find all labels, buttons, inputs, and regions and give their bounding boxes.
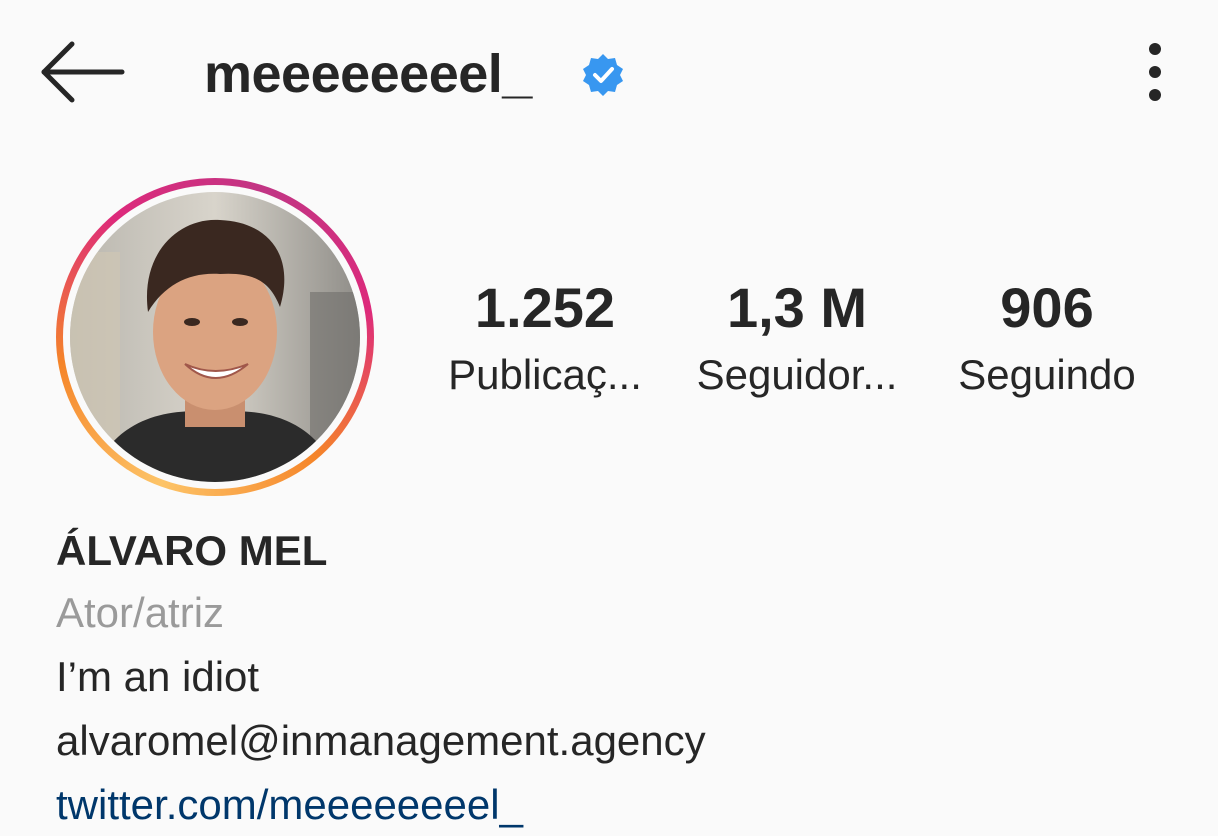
more-vertical-icon — [1149, 43, 1161, 101]
following-label: Seguindo — [958, 351, 1136, 398]
verified-badge-icon — [583, 54, 623, 96]
following-count: 906 — [1000, 276, 1094, 339]
more-options-button[interactable] — [1130, 40, 1180, 104]
profile-full-name: ÁLVARO MEL — [56, 527, 328, 574]
followers-count: 1,3 M — [726, 276, 868, 339]
bio-email: alvaromel@inmanagement.agency — [56, 717, 706, 764]
bio-website-link[interactable]: twitter.com/meeeeeeeel_ — [56, 780, 523, 830]
stat-posts[interactable]: 1.252 Publicaç... — [430, 276, 660, 400]
profile-header: meeeeeeeel_ — [0, 0, 1218, 150]
profile-category: Ator/atriz — [56, 589, 225, 636]
stat-followers[interactable]: 1,3 M Seguidor... — [683, 276, 911, 400]
stat-following[interactable]: 906 Seguindo — [940, 276, 1154, 400]
arrow-left-icon — [41, 41, 125, 103]
avatar-story-ring[interactable] — [56, 178, 374, 496]
posts-count: 1.252 — [474, 276, 616, 339]
back-button[interactable] — [38, 38, 126, 106]
profile-username: meeeeeeeel_ — [204, 44, 532, 104]
bio-text: I’m an idiot — [56, 653, 260, 700]
profile-page: meeeeeeeel_ 1.252 Publicaç... 1,3 M Segu… — [0, 0, 1218, 836]
followers-label: Seguidor... — [696, 351, 898, 398]
avatar[interactable] — [70, 192, 360, 482]
avatar-photo — [70, 192, 360, 482]
posts-label: Publicaç... — [448, 351, 642, 398]
